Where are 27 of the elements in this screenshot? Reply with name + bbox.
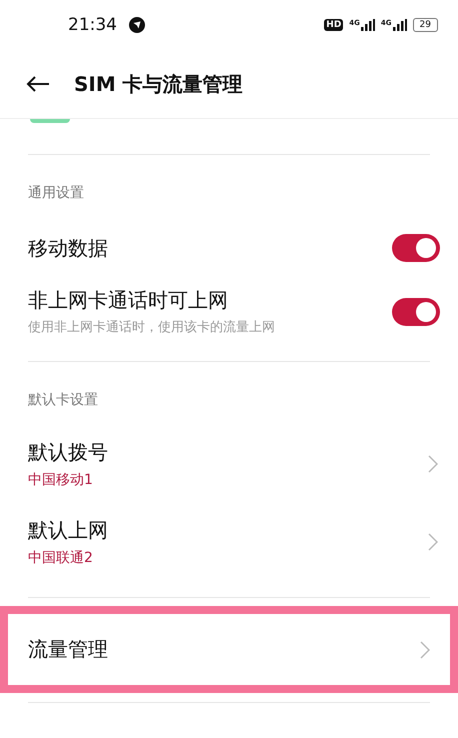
setting-label: 非上网卡通话时可上网 [28, 287, 229, 314]
chevron-icon [428, 455, 438, 473]
chevron-icon [428, 533, 438, 551]
section-header: 默认卡设置 [27, 391, 99, 410]
back-icon[interactable] [26, 75, 50, 93]
setting-label: 默认拨号 [28, 439, 109, 466]
setting-value: 中国移动1 [28, 471, 94, 489]
setting-row[interactable]: 非上网卡通话时可上网 使用非上网卡通话时，使用该卡的流量上网 [0, 278, 458, 345]
setting-label: 移动数据 [28, 234, 109, 262]
setting-row[interactable]: 流量管理 [0, 606, 458, 693]
toggle-switch[interactable] [392, 234, 440, 262]
setting-row[interactable]: 移动数据 [0, 218, 458, 278]
setting-row[interactable]: 默认拨号 中国移动1 [0, 425, 458, 503]
battery-icon: 29 [412, 18, 438, 32]
scrolled-item-edge [30, 119, 70, 123]
setting-label: 默认上网 [28, 517, 109, 544]
setting-label: 流量管理 [28, 636, 109, 663]
navigation-icon [129, 17, 145, 33]
chevron-icon [420, 640, 430, 658]
setting-value: 中国联通2 [28, 549, 94, 567]
status-time: 21:34 [68, 15, 117, 35]
toggle-switch[interactable] [392, 298, 440, 326]
page-title: SIM 卡与流量管理 [74, 70, 243, 98]
setting-row[interactable]: 默认上网 中国联通2 [0, 503, 458, 581]
setting-description: 使用非上网卡通话时，使用该卡的流量上网 [28, 319, 276, 336]
section-header: 通用设置 [27, 184, 85, 203]
hd-icon: HD [324, 19, 344, 31]
